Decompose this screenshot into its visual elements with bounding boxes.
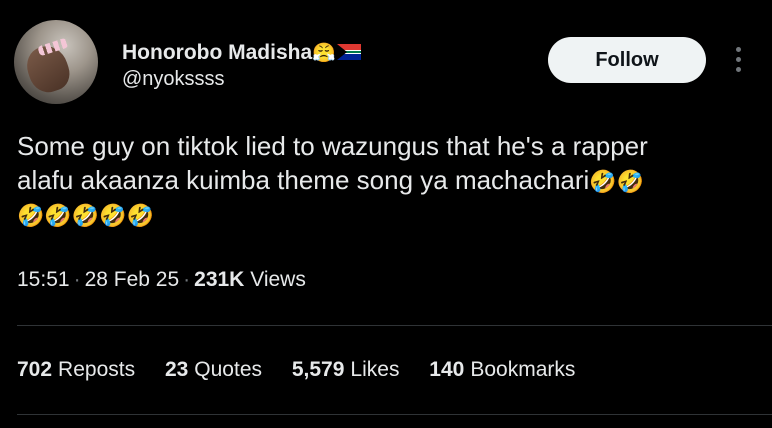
reposts-count: 702 <box>17 358 53 381</box>
views-count: 231K <box>194 268 245 291</box>
author-display-name[interactable]: Honorobo Madisha😤 <box>122 41 361 65</box>
tweet-meta: 15:51 · 28 Feb 25 · 231K Views <box>17 268 306 292</box>
follow-button[interactable]: Follow <box>548 37 706 83</box>
display-name-text: Honorobo Madisha <box>122 41 313 64</box>
likes-count: 5,579 <box>291 358 345 381</box>
more-vertical-icon[interactable] <box>733 44 743 76</box>
reposts-label: Reposts <box>58 358 136 381</box>
tweet-line-2-text: alafu akaanza kuimba theme song ya macha… <box>17 165 590 195</box>
meta-separator: · <box>183 268 191 291</box>
views-label: Views <box>250 268 306 291</box>
south-africa-flag-icon <box>336 44 361 60</box>
rofl-emoji-icon: 🤣🤣 <box>589 170 645 195</box>
bookmarks-count: 140 <box>429 358 465 381</box>
quotes-label: Quotes <box>194 358 263 381</box>
bookmarks-label: Bookmarks <box>470 358 576 381</box>
reposts-stat[interactable]: 702 Reposts <box>17 358 135 382</box>
likes-label: Likes <box>350 358 400 381</box>
tweet-time[interactable]: 15:51 <box>17 268 70 291</box>
author-handle[interactable]: @nyokssss <box>122 68 225 91</box>
divider <box>17 325 772 326</box>
divider <box>17 414 772 415</box>
rofl-emoji-row-icon: 🤣🤣🤣🤣🤣 <box>17 204 154 229</box>
quotes-stat[interactable]: 23 Quotes <box>165 358 262 382</box>
engagement-stats: 702 Reposts 23 Quotes 5,579 Likes 140 Bookma… <box>17 358 599 382</box>
likes-stat[interactable]: 5,579 Likes <box>292 358 400 382</box>
quotes-count: 23 <box>164 358 189 381</box>
face-emoji-icon: 😤 <box>312 42 336 64</box>
tweet-date[interactable]: 28 Feb 25 <box>85 268 180 291</box>
avatar[interactable] <box>14 20 98 104</box>
tweet-line-2: alafu akaanza kuimba theme song ya macha… <box>17 163 767 200</box>
tweet-line-1: Some guy on tiktok lied to wazungus that… <box>17 131 648 161</box>
bookmarks-stat[interactable]: 140 Bookmarks <box>429 358 575 382</box>
tweet-text: Some guy on tiktok lied to wazungus that… <box>17 129 767 234</box>
meta-separator: · <box>73 268 81 291</box>
